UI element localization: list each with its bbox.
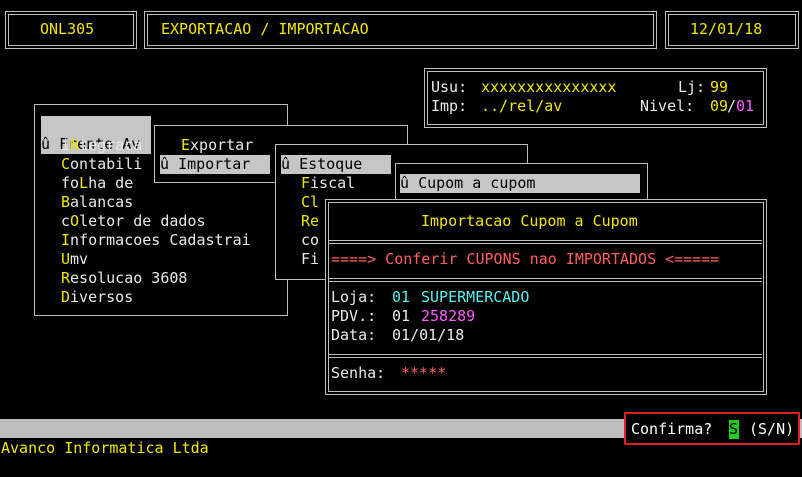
- confirm-input[interactable]: S: [729, 420, 739, 439]
- usu-value: xxxxxxxxxxxxxxx: [481, 78, 617, 96]
- menu-item-integracao[interactable]: iNtegraca: [61, 136, 142, 155]
- confirm-options: (S/N): [749, 420, 795, 438]
- lj-label: Lj:: [678, 78, 706, 96]
- dialog-warning: ====> Conferir CUPONS nao IMPORTADOS <==…: [331, 250, 720, 268]
- menu-item-resolucao[interactable]: Resolucao 3608: [61, 269, 187, 288]
- nivel-separator: /: [727, 97, 737, 115]
- menu-item-exportar[interactable]: Exportar: [181, 136, 253, 155]
- program-code: ONL305: [40, 20, 95, 38]
- menu-item-cupom-a-cupom[interactable]: û Cupom a cupom: [400, 174, 640, 193]
- menu-item-coletor[interactable]: cOletor de dados: [61, 212, 206, 231]
- loja-code: 01: [392, 288, 411, 306]
- menu-item-contabilidade[interactable]: Contabili: [61, 155, 142, 174]
- footer-company: Avanco Informatica Ltda: [1, 439, 209, 457]
- menu-item-fi[interactable]: Fi: [301, 250, 319, 269]
- menu-item-diversos[interactable]: Diversos: [61, 288, 133, 307]
- header-date: 12/01/18: [690, 20, 763, 38]
- imp-value: ../rel/av: [481, 97, 563, 115]
- dialog-title: Importacao Cupom a Cupom: [421, 212, 638, 230]
- menu-item-umv[interactable]: Umv: [61, 250, 88, 269]
- usu-label: Usu:: [431, 78, 468, 96]
- selected-marker: û: [41, 135, 51, 153]
- nivel-value-b: 01: [736, 97, 755, 115]
- senha-label: Senha:: [331, 364, 386, 382]
- confirm-label: Confirma?: [631, 420, 713, 438]
- lj-value: 99: [710, 78, 729, 96]
- page-title: EXPORTACAO / IMPORTACAO: [161, 20, 369, 38]
- dialog-divider-top: [328, 240, 762, 244]
- menu-item-re[interactable]: Re: [301, 212, 319, 231]
- menu-item-informacoes[interactable]: Informacoes Cadastrai: [61, 231, 251, 250]
- imp-label: Imp:: [431, 97, 468, 115]
- senha-field[interactable]: *****: [401, 364, 446, 383]
- menu-item-estoque[interactable]: û Estoque: [281, 155, 391, 174]
- menu-item-importar[interactable]: û Importar: [160, 155, 270, 174]
- nivel-label: Nivel:: [640, 97, 695, 115]
- menu-item-fiscal[interactable]: Fiscal: [301, 174, 355, 193]
- pdv-number: 258289: [421, 307, 476, 325]
- loja-name: SUPERMERCADO: [421, 288, 530, 306]
- dialog-divider-bottom: [328, 354, 762, 358]
- data-label: Data:: [331, 326, 377, 344]
- loja-label: Loja:: [331, 288, 377, 306]
- data-value: 01/01/18: [392, 326, 465, 344]
- nivel-value-a: 09: [710, 97, 729, 115]
- menu-item-co[interactable]: co: [301, 231, 319, 250]
- menu-item-cl[interactable]: Cl: [301, 193, 319, 212]
- dialog-divider-mid: [328, 278, 762, 282]
- menu-item-balancas[interactable]: Balancas: [61, 193, 133, 212]
- pdv-code: 01: [392, 307, 411, 325]
- pdv-label: PDV.:: [331, 307, 377, 325]
- menu-item-folha[interactable]: foLha de: [61, 174, 133, 193]
